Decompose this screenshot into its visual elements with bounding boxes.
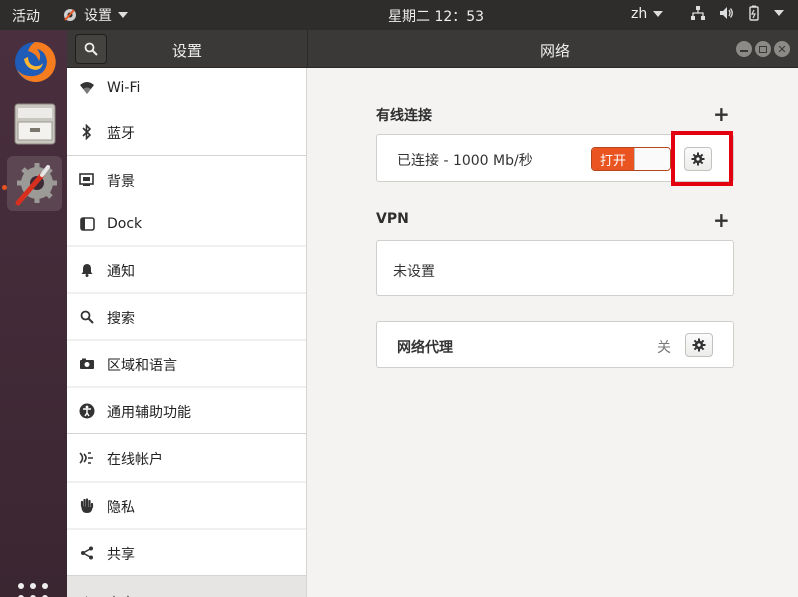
grid-dot (18, 583, 24, 589)
proxy-status: 关 (657, 340, 671, 356)
dock (0, 30, 67, 597)
input-method-label: zh (631, 6, 648, 22)
header-divider (307, 30, 308, 68)
maximize-icon (759, 45, 767, 53)
chevron-down-icon (774, 10, 784, 16)
sidebar-item-label: 隐私 (107, 500, 135, 516)
network-proxy-row[interactable]: 网络代理 关 (376, 321, 734, 368)
sidebar-item-sound[interactable]: 声音 (67, 576, 306, 597)
add-wired-button[interactable]: + (713, 104, 730, 124)
files-launcher[interactable] (7, 95, 62, 150)
vpn-status: 未设置 (393, 264, 435, 280)
chevron-down-icon (653, 11, 664, 17)
bell-icon (79, 262, 95, 278)
sidebar-item-label: 通用辅助功能 (107, 405, 191, 421)
search-icon (84, 42, 98, 56)
settings-tools-icon (15, 162, 57, 205)
input-method-menu[interactable]: zh (631, 6, 664, 22)
share-icon (79, 545, 95, 561)
network-panel: 有线连接 + 已连接 - 1000 Mb/秒 打开 VPN + 未设置 网络代理… (308, 68, 798, 597)
sidebar-item-label: 共享 (107, 547, 135, 563)
sidebar-title: 设置 (172, 42, 203, 60)
chevron-down-icon (118, 12, 128, 18)
sidebar-item-label: 声音 (107, 593, 135, 597)
firefox-icon (14, 41, 56, 82)
firefox-launcher[interactable] (7, 34, 62, 89)
sidebar-item-label: Dock (107, 215, 143, 232)
settings-sidebar: Wi-Fi 蓝牙 背景 Dock 通知 搜索 区域和语言 通用辅助功能 在线帐户… (67, 68, 307, 597)
sidebar-item-online-accounts[interactable]: 在线帐户 (67, 434, 306, 481)
running-indicator (2, 185, 7, 190)
wifi-icon (79, 80, 95, 96)
toggle-knob (634, 148, 670, 170)
grid-dot (42, 583, 48, 589)
vpn-row: 未设置 (376, 240, 734, 296)
clock[interactable]: 星期二 12：53 (388, 6, 484, 26)
sidebar-item-label: 区域和语言 (107, 358, 177, 374)
sidebar-item-notifications[interactable]: 通知 (67, 247, 306, 292)
sidebar-item-label: 背景 (107, 174, 135, 190)
toggle-on-label: 打开 (592, 148, 634, 170)
plus-icon: + (713, 208, 730, 232)
header-bar: 设置 网络 ✕ (67, 30, 798, 68)
settings-app-icon (64, 9, 76, 21)
system-tray[interactable] (690, 5, 784, 21)
sidebar-item-wifi[interactable]: Wi-Fi (67, 68, 306, 108)
show-applications-button[interactable] (18, 583, 48, 597)
camera-icon (79, 356, 95, 372)
search-icon (79, 309, 95, 325)
dock-icon (79, 216, 95, 232)
proxy-settings-button[interactable] (685, 333, 713, 357)
sidebar-item-label: Wi-Fi (107, 79, 141, 96)
volume-icon (720, 7, 733, 19)
sidebar-item-label: 在线帐户 (107, 452, 163, 468)
plus-icon: + (713, 102, 730, 126)
sidebar-item-privacy[interactable]: 隐私 (67, 483, 306, 528)
highlight-box (671, 131, 733, 186)
vpn-section-title: VPN (376, 211, 409, 227)
battery-icon (749, 5, 759, 21)
sidebar-item-label: 通知 (107, 264, 135, 280)
minimize-icon (740, 50, 748, 52)
wired-section-title: 有线连接 (376, 108, 432, 124)
hand-icon (79, 497, 95, 514)
sidebar-item-bluetooth[interactable]: 蓝牙 (67, 108, 306, 155)
grid-dot (30, 583, 36, 589)
app-menu-label: 设置 (84, 8, 112, 24)
sidebar-item-sharing[interactable]: 共享 (67, 530, 306, 575)
sidebar-item-dock[interactable]: Dock (67, 203, 306, 245)
sidebar-item-label: 搜索 (107, 311, 135, 327)
app-menu[interactable]: 设置 (62, 5, 128, 25)
proxy-title: 网络代理 (397, 340, 453, 356)
maximize-button[interactable] (755, 41, 771, 57)
sidebar-item-search[interactable]: 搜索 (67, 294, 306, 339)
minimize-button[interactable] (736, 41, 752, 57)
sidebar-item-region-language[interactable]: 区域和语言 (67, 341, 306, 386)
bluetooth-icon (79, 123, 95, 140)
wired-toggle-switch[interactable]: 打开 (591, 147, 671, 171)
sidebar-item-background[interactable]: 背景 (67, 156, 306, 203)
top-bar: 活动 设置 星期二 12：53 zh (0, 0, 798, 30)
settings-launcher[interactable] (7, 156, 62, 211)
close-icon: ✕ (777, 42, 787, 56)
sidebar-item-accessibility[interactable]: 通用辅助功能 (67, 388, 306, 433)
wired-status: 已连接 - 1000 Mb/秒 (397, 153, 533, 169)
close-button[interactable]: ✕ (774, 41, 790, 57)
gear-icon (692, 338, 706, 352)
online-accounts-icon (79, 450, 95, 466)
accessibility-icon (79, 403, 95, 419)
page-title: 网络 (540, 42, 571, 60)
activities-button[interactable]: 活动 (12, 6, 40, 26)
sidebar-item-label: 蓝牙 (107, 126, 135, 142)
add-vpn-button[interactable]: + (713, 210, 730, 230)
search-button[interactable] (75, 34, 107, 64)
network-wired-icon (691, 6, 705, 20)
file-cabinet-icon (14, 103, 55, 144)
background-icon (79, 172, 95, 188)
